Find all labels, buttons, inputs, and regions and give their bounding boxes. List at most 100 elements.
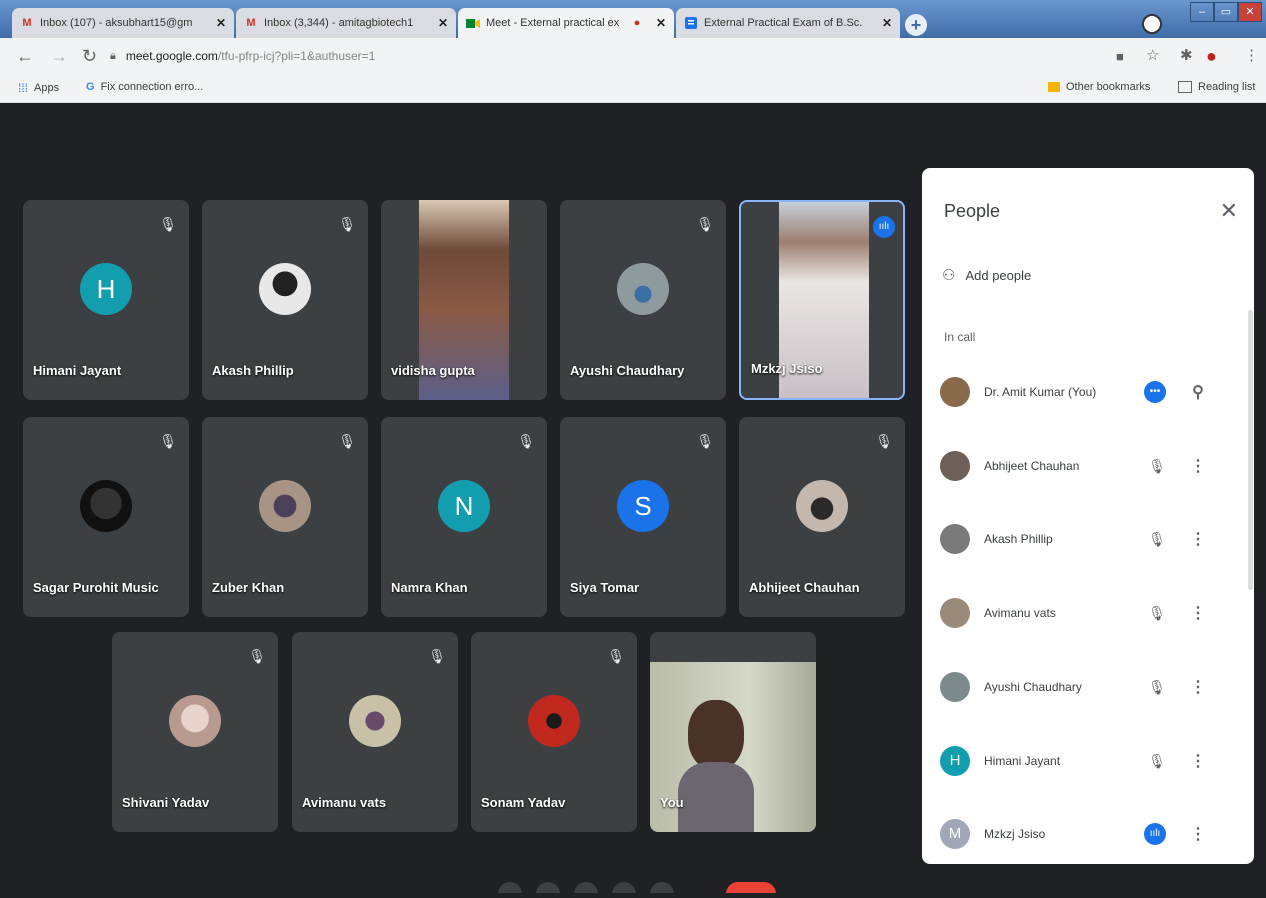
window-controls: – ▭ ✕ — [1190, 2, 1262, 22]
participant-tile[interactable]: 🎙︎ Sagar Purohit Music — [23, 417, 189, 617]
self-face — [688, 700, 744, 770]
participant-name: Abhijeet Chauhan — [749, 580, 860, 595]
tab-strip: M Inbox (107) - aksubhart15@gm ✕ M Inbox… — [0, 0, 1266, 38]
bookmark-label: Apps — [34, 82, 60, 94]
meet-icon — [466, 18, 480, 29]
avatar — [349, 695, 401, 747]
camera-in-use-icon[interactable]: ■ — [1116, 49, 1124, 64]
bookmark-apps[interactable]: ⁞⁞⁞ Apps — [18, 81, 59, 95]
tab-title: External Practical Exam of B.Sc. — [704, 17, 863, 29]
tab-gmail-2[interactable]: M Inbox (3,344) - amitagbiotech1 ✕ — [236, 8, 456, 38]
add-person-icon: ⚇ — [942, 267, 956, 284]
avatar — [940, 524, 970, 554]
bookmark-reading-list[interactable]: Reading list — [1178, 81, 1255, 93]
tab-title: Meet - External practical ex — [486, 17, 620, 29]
forms-icon — [684, 17, 698, 29]
more-options-icon[interactable]: ••• — [1144, 381, 1166, 403]
people-list-item[interactable]: Dr. Amit Kumar (You) ••• ⚲ — [940, 368, 1240, 416]
close-tab-icon[interactable]: ✕ — [656, 16, 666, 30]
participant-tile[interactable]: H 🎙︎ Himani Jayant — [23, 200, 189, 400]
self-view-tile[interactable]: You — [650, 632, 816, 832]
self-shoulders — [678, 762, 754, 832]
more-options-icon[interactable]: ⋮ — [1188, 824, 1208, 844]
bookmark-fix-connection[interactable]: G Fix connection erro... — [86, 81, 203, 93]
tab-gmail-1[interactable]: M Inbox (107) - aksubhart15@gm ✕ — [12, 8, 234, 38]
participant-name: vidisha gupta — [391, 363, 475, 378]
address-bar[interactable]: 🔒︎ meet.google.com/tfu-pfrp-icj?pli=1&au… — [110, 44, 1110, 68]
participant-tile[interactable]: vidisha gupta — [381, 200, 547, 400]
add-people-button[interactable]: ⚇ Add people — [942, 266, 1031, 284]
participant-tile[interactable]: 🎙︎ Zuber Khan — [202, 417, 368, 617]
people-list-item[interactable]: Avimanu vats 🎙︎ ⋮ — [940, 589, 1240, 637]
minimize-icon[interactable]: – — [1190, 2, 1214, 22]
participant-tile[interactable]: 🎙︎ Ayushi Chaudhary — [560, 200, 726, 400]
avatar — [940, 377, 970, 407]
people-scrollbar[interactable] — [1248, 310, 1253, 590]
mic-off-icon: 🎙︎ — [607, 648, 625, 664]
close-panel-icon[interactable]: ✕ — [1220, 198, 1238, 224]
close-tab-icon[interactable]: ✕ — [882, 16, 892, 30]
maximize-icon[interactable]: ▭ — [1214, 2, 1238, 22]
participant-name: Shivani Yadav — [122, 795, 210, 810]
bookmarks-bar: ⁞⁞⁞ Apps G Fix connection erro... Other … — [0, 74, 1266, 103]
window-close-icon[interactable]: ✕ — [1238, 2, 1262, 22]
tab-forms[interactable]: External Practical Exam of B.Sc. ✕ — [676, 8, 900, 38]
avatar: N — [438, 480, 490, 532]
apps-grid-icon: ⁞⁞⁞ — [18, 81, 29, 95]
avatar: H — [80, 263, 132, 315]
gmail-icon: M — [22, 17, 32, 29]
people-list-item[interactable]: Ayushi Chaudhary 🎙︎ ⋮ — [940, 663, 1240, 711]
menu-kebab-icon[interactable]: ⋮ — [1244, 46, 1259, 64]
participant-tile[interactable]: 🎙︎ Akash Phillip — [202, 200, 368, 400]
participant-tile[interactable]: 🎙︎ Sonam Yadav — [471, 632, 637, 832]
more-options-icon[interactable]: ⋮ — [1188, 456, 1208, 476]
back-icon[interactable]: ← — [16, 46, 34, 67]
close-tab-icon[interactable]: ✕ — [438, 16, 448, 30]
more-options-icon[interactable]: ⋮ — [1188, 603, 1208, 623]
mic-off-icon: 🎙︎ — [1148, 530, 1166, 547]
url-path: /tfu-pfrp-icj?pli=1&authuser=1 — [217, 49, 376, 63]
participant-tile[interactable]: 🎙︎ Shivani Yadav — [112, 632, 278, 832]
participant-tile[interactable]: 🎙︎ Avimanu vats — [292, 632, 458, 832]
participant-name: Zuber Khan — [212, 580, 285, 595]
control-present — [612, 882, 636, 898]
people-list-item[interactable]: Akash Phillip 🎙︎ ⋮ — [940, 515, 1240, 563]
bookmark-star-icon[interactable]: ☆ — [1146, 46, 1159, 64]
more-options-icon[interactable]: ⋮ — [1188, 529, 1208, 549]
participant-tile[interactable]: 🎙︎ Abhijeet Chauhan — [739, 417, 905, 617]
avatar — [940, 598, 970, 628]
participant-tile-speaking[interactable]: ıılı Mzkzj Jsiso — [739, 200, 905, 400]
tab-meet[interactable]: Meet - External practical ex ● ✕ — [458, 8, 674, 38]
extensions-icon[interactable]: ✱ — [1180, 46, 1193, 64]
participant-name: Siya Tomar — [570, 580, 640, 595]
speaking-indicator-icon: ıılı — [873, 216, 895, 238]
participant-tile[interactable]: S 🎙︎ Siya Tomar — [560, 417, 726, 617]
participant-name: Abhijeet Chauhan — [984, 459, 1080, 473]
in-call-heading: In call — [944, 330, 976, 344]
people-list-item[interactable]: M Mzkzj Jsiso ıılı ⋮ — [940, 810, 1240, 858]
forward-icon[interactable]: → — [50, 46, 68, 67]
mic-off-icon: 🎙︎ — [159, 216, 177, 232]
more-options-icon[interactable]: ⋮ — [1188, 751, 1208, 771]
mic-off-icon: 🎙︎ — [428, 648, 446, 664]
reload-icon[interactable]: ↻ — [82, 46, 97, 67]
participant-name: Akash Phillip — [984, 532, 1053, 546]
avatar — [80, 480, 132, 532]
avatar — [169, 695, 221, 747]
meeting-controls — [470, 880, 790, 898]
pin-icon[interactable]: ⚲ — [1188, 382, 1208, 402]
bookmark-other[interactable]: Other bookmarks — [1048, 81, 1150, 93]
participant-tile[interactable]: N 🎙︎ Namra Khan — [381, 417, 547, 617]
people-list-item[interactable]: H Himani Jayant 🎙︎ ⋮ — [940, 737, 1240, 785]
mic-off-icon: 🎙︎ — [338, 216, 356, 232]
participant-name: You — [660, 795, 684, 810]
chrome-profile-icon[interactable] — [1142, 14, 1162, 34]
profile-avatar[interactable]: ● — [1206, 46, 1217, 67]
new-tab-button[interactable]: + — [905, 14, 927, 36]
more-options-icon[interactable]: ⋮ — [1188, 677, 1208, 697]
participant-name: Dr. Amit Kumar (You) — [984, 385, 1097, 399]
mic-off-icon: 🎙︎ — [517, 433, 535, 449]
people-list-item[interactable]: Abhijeet Chauhan 🎙︎ ⋮ — [940, 442, 1240, 490]
control-captions — [574, 882, 598, 898]
close-tab-icon[interactable]: ✕ — [216, 16, 226, 30]
